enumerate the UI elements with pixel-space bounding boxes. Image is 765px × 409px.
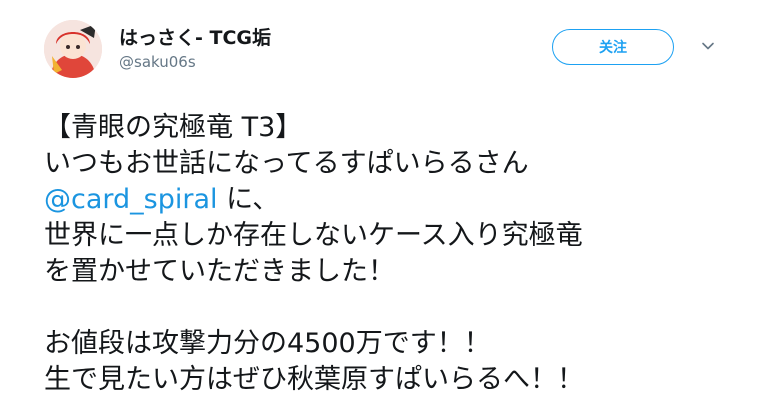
tweet-line: @card_spiral に、 <box>44 182 759 218</box>
tweet-line: 生で見たい方はぜひ秋葉原すぱいらるへ！！ <box>44 364 584 395</box>
tweet-spacer <box>44 290 759 326</box>
tweet-line: いつもお世話になってるすぱいらるさん <box>44 148 529 179</box>
user-handle[interactable]: @saku06s <box>119 53 196 71</box>
tweet-line: 【青眼の究極竜 T3】 <box>44 112 303 143</box>
tweet-text: 【青眼の究極竜 T3】 いつもお世話になってるすぱいらるさん @card_spi… <box>44 110 759 398</box>
mention-link[interactable]: @card_spiral <box>44 184 218 215</box>
avatar-image <box>44 20 102 78</box>
follow-button[interactable]: 关注 <box>552 29 674 65</box>
avatar[interactable] <box>44 20 102 78</box>
tweet-card: はっさく- TCG垢 @saku06s 关注 【青眼の究極竜 T3】 いつもお世… <box>0 0 765 409</box>
tweet-line: お値段は攻撃力分の4500万です！！ <box>44 328 491 359</box>
display-name[interactable]: はっさく- TCG垢 <box>119 27 271 49</box>
tweet-line: を置かせていただきました！ <box>44 256 395 287</box>
tweet-line-text: に、 <box>217 184 280 215</box>
tweet-line: 世界に一点しか存在しないケース入り究極竜 <box>44 220 583 251</box>
chevron-down-icon[interactable] <box>700 38 716 54</box>
